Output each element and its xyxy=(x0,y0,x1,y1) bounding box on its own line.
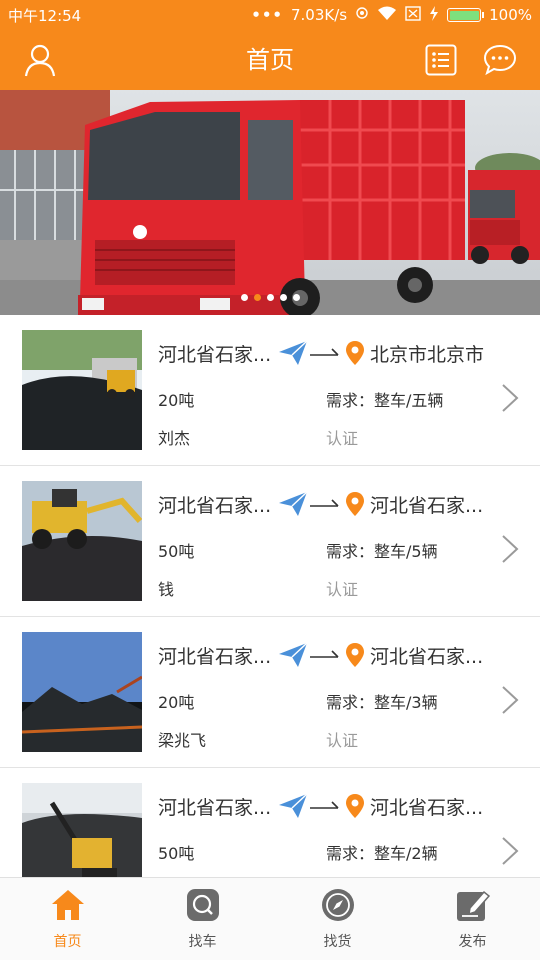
page-title: 首页 xyxy=(246,46,294,74)
list-item[interactable]: 河北省石家... 河北省石家... 50吨 需求：整车/2辆 xyxy=(0,768,540,877)
carousel-dot[interactable] xyxy=(292,294,300,301)
carousel-dot[interactable] xyxy=(253,294,261,301)
shipment-thumbnail xyxy=(22,632,142,752)
sim-icon xyxy=(405,5,421,25)
shipment-thumbnail xyxy=(22,481,142,601)
origin-label: 河北省石家... xyxy=(158,796,272,819)
arrow-right-icon xyxy=(310,348,339,356)
contact-name: 刘杰 xyxy=(158,429,191,448)
list-item[interactable]: 河北省石家... 北京市北京市 20吨 需求：整车/五辆 刘杰 认证 xyxy=(0,315,540,466)
search-icon xyxy=(185,887,221,923)
tab-home-label: 首页 xyxy=(53,934,82,950)
cargo-weight: 20吨 xyxy=(158,693,195,712)
banner-carousel[interactable] xyxy=(0,90,540,315)
list-item[interactable]: 河北省石家... 河北省石家... 20吨 需求：整车/3辆 梁兆飞 认证 xyxy=(0,617,540,768)
alarm-icon xyxy=(355,6,369,24)
shipment-route: 河北省石家... 河北省石家... xyxy=(158,788,492,824)
verification-status: 认证 xyxy=(326,580,359,599)
send-icon xyxy=(279,340,308,365)
banner-truck-image xyxy=(0,90,540,315)
network-speed: 7.03K/s xyxy=(291,6,348,24)
tab-publish[interactable]: 发布 xyxy=(405,878,540,960)
send-icon xyxy=(279,793,308,818)
chevron-right-icon[interactable] xyxy=(500,836,520,866)
user-icon[interactable] xyxy=(22,42,58,78)
destination-label: 河北省石家... xyxy=(370,645,484,668)
truck-demand: 需求：整车/五辆 xyxy=(326,391,444,410)
shipment-list: 河北省石家... 北京市北京市 20吨 需求：整车/五辆 刘杰 认证 河北省石家… xyxy=(0,315,540,877)
shipment-thumbnail xyxy=(22,783,142,877)
carousel-dot[interactable] xyxy=(240,294,248,301)
battery-level: 100% xyxy=(489,6,532,24)
verification-status: 认证 xyxy=(326,429,359,448)
truck-demand: 需求：整车/5辆 xyxy=(326,542,438,561)
verification-status: 认证 xyxy=(326,731,359,750)
send-icon xyxy=(279,491,308,516)
wifi-icon xyxy=(377,6,397,25)
chevron-right-icon[interactable] xyxy=(500,383,520,413)
arrow-right-icon xyxy=(310,801,339,809)
charging-icon xyxy=(429,5,439,25)
status-time: 中午12:54 xyxy=(8,6,82,25)
edit-icon xyxy=(455,887,491,923)
bottom-tab-bar: 首页 找车 找货 发布 xyxy=(0,877,540,960)
destination-label: 河北省石家... xyxy=(370,796,484,819)
cargo-weight: 50吨 xyxy=(158,542,195,561)
shipment-thumbnail xyxy=(22,330,142,450)
carousel-dot[interactable] xyxy=(266,294,274,301)
tab-publish-label: 发布 xyxy=(458,934,487,950)
tab-find-truck-label: 找车 xyxy=(188,934,217,950)
location-pin-icon xyxy=(346,643,364,667)
destination-label: 河北省石家... xyxy=(370,494,484,517)
chevron-right-icon[interactable] xyxy=(500,534,520,564)
status-bar: 中午12:54 ••• 7.03K/s 100% xyxy=(0,0,540,30)
notification-dots: ••• xyxy=(251,6,283,24)
tab-find-cargo[interactable]: 找货 xyxy=(270,878,405,960)
list-item[interactable]: 河北省石家... 河北省石家... 50吨 需求：整车/5辆 钱 认证 xyxy=(0,466,540,617)
tab-find-truck[interactable]: 找车 xyxy=(135,878,270,960)
cargo-weight: 50吨 xyxy=(158,844,195,863)
battery-icon xyxy=(447,8,485,22)
app-header: 首页 xyxy=(0,30,540,90)
location-pin-icon xyxy=(346,794,364,818)
contact-name: 钱 xyxy=(158,580,175,599)
truck-demand: 需求：整车/2辆 xyxy=(326,844,438,863)
tab-home[interactable]: 首页 xyxy=(0,878,135,960)
shipment-route: 河北省石家... 河北省石家... xyxy=(158,486,492,522)
carousel-dot[interactable] xyxy=(279,294,287,301)
cargo-weight: 20吨 xyxy=(158,391,195,410)
send-icon xyxy=(279,642,308,667)
location-pin-icon xyxy=(346,341,364,365)
destination-label: 北京市北京市 xyxy=(370,343,485,366)
message-icon[interactable] xyxy=(482,42,518,78)
list-icon[interactable] xyxy=(423,42,459,78)
home-icon xyxy=(50,887,86,923)
contact-name: 梁兆飞 xyxy=(158,731,207,750)
arrow-right-icon xyxy=(310,650,339,658)
shipment-route: 河北省石家... 北京市北京市 xyxy=(158,335,492,371)
carousel-indicator xyxy=(0,294,540,301)
location-pin-icon xyxy=(346,492,364,516)
origin-label: 河北省石家... xyxy=(158,645,272,668)
origin-label: 河北省石家... xyxy=(158,343,272,366)
compass-icon xyxy=(320,887,356,923)
arrow-right-icon xyxy=(310,499,339,507)
tab-find-cargo-label: 找货 xyxy=(323,934,352,950)
shipment-route: 河北省石家... 河北省石家... xyxy=(158,637,492,673)
truck-demand: 需求：整车/3辆 xyxy=(326,693,438,712)
origin-label: 河北省石家... xyxy=(158,494,272,517)
chevron-right-icon[interactable] xyxy=(500,685,520,715)
